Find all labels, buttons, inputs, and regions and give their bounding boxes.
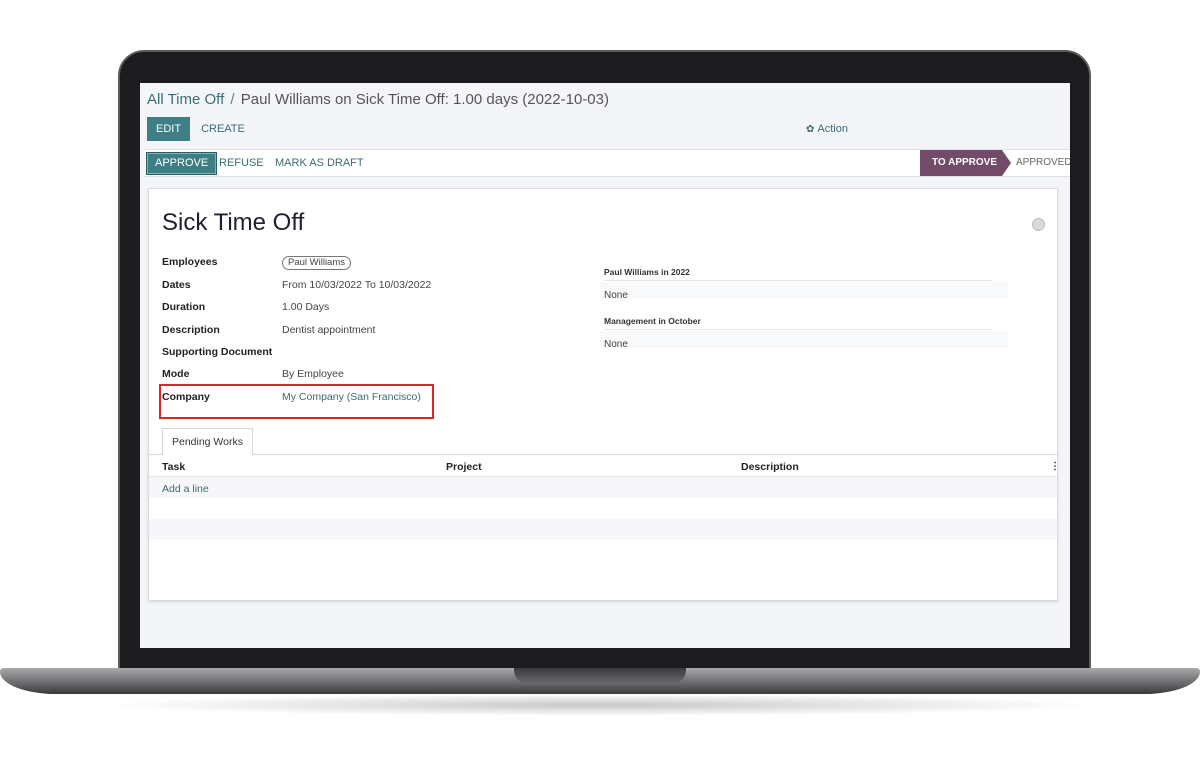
year-summary-row: [600, 282, 1008, 299]
action-label: Action: [817, 123, 848, 135]
column-project[interactable]: Project: [446, 461, 482, 473]
tab-pending-works[interactable]: Pending Works: [162, 428, 253, 455]
dates-value: From 10/03/2022 To 10/03/2022: [282, 279, 432, 291]
refuse-button[interactable]: REFUSE: [219, 157, 264, 169]
breadcrumb-all-time-off[interactable]: All Time Off: [147, 91, 224, 108]
statusbar: APPROVE REFUSE MARK AS DRAFT TO APPROVE …: [145, 149, 1070, 177]
employee-tag[interactable]: Paul Williams: [282, 256, 352, 270]
stage-to-approve: TO APPROVE: [920, 150, 1002, 176]
month-summary-row: [600, 331, 1008, 348]
breadcrumb-separator: /: [230, 91, 235, 108]
employees-label: Employees: [162, 256, 218, 268]
table-row: [149, 477, 1057, 498]
laptop-shadow: [100, 694, 1100, 716]
description-label: Description: [162, 324, 220, 336]
breadcrumb-current: Paul Williams on Sick Time Off: 1.00 day…: [240, 91, 609, 108]
app-screen: All Time Off / Paul Williams on Sick Tim…: [140, 83, 1070, 648]
duration-label: Duration: [162, 301, 206, 313]
column-description[interactable]: Description: [741, 461, 799, 473]
dates-label: Dates: [162, 279, 191, 291]
form-sheet: Sick Time Off Employees Paul Williams Da…: [148, 188, 1060, 601]
company-highlight-box: [159, 384, 434, 419]
month-summary-divider: [604, 329, 992, 330]
breadcrumb: All Time Off / Paul Williams on Sick Tim…: [147, 91, 609, 108]
column-task[interactable]: Task: [162, 461, 185, 473]
gear-icon: ✿: [806, 124, 815, 135]
year-summary-divider: [604, 280, 992, 281]
year-summary-title: Paul Williams in 2022: [604, 267, 690, 277]
approve-button[interactable]: APPROVE: [146, 152, 218, 175]
supporting-document-label: Supporting Document: [162, 346, 273, 358]
mode-value: By Employee: [282, 368, 344, 380]
edit-button[interactable]: EDIT: [147, 117, 191, 141]
status-circle-icon[interactable]: [1032, 218, 1045, 231]
month-summary-title: Management in October: [604, 316, 701, 326]
action-menu-button[interactable]: ✿ Action: [806, 123, 848, 135]
tabs-divider: [149, 454, 1057, 455]
form-title: Sick Time Off: [162, 209, 305, 236]
table-row: [149, 519, 1057, 540]
year-summary-value: None: [604, 290, 628, 301]
description-value: Dentist appointment: [282, 324, 376, 336]
stage-arrow: [1002, 150, 1011, 176]
mark-as-draft-button[interactable]: MARK AS DRAFT: [275, 157, 364, 169]
mode-label: Mode: [162, 368, 190, 380]
month-summary-value: None: [604, 339, 628, 350]
stage-approved[interactable]: APPROVED: [1016, 157, 1070, 168]
laptop-notch: [514, 668, 686, 684]
duration-value: 1.00 Days: [282, 301, 330, 313]
vertical-dots-icon[interactable]: ⋮: [1050, 461, 1060, 472]
control-panel-buttons: EDIT CREATE: [147, 117, 245, 141]
add-a-line-link[interactable]: Add a line: [162, 483, 209, 495]
create-button[interactable]: CREATE: [201, 123, 245, 135]
